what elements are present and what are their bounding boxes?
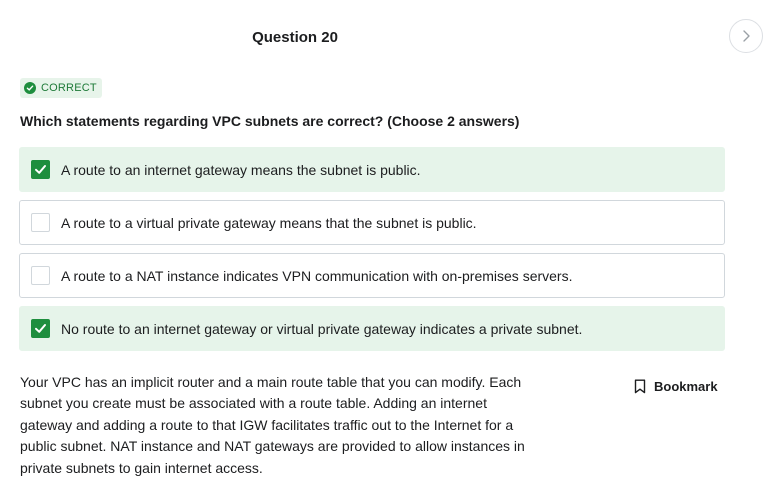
check-circle-icon <box>24 82 36 94</box>
answer-option-3[interactable]: A route to a NAT instance indicates VPN … <box>19 253 725 298</box>
status-badge-label: CORRECT <box>41 82 97 94</box>
answer-checkbox[interactable] <box>31 160 50 179</box>
bookmark-icon <box>634 379 646 393</box>
answer-label: A route to a virtual private gateway mea… <box>61 214 477 231</box>
answer-checkbox[interactable] <box>31 319 50 338</box>
answer-label: A route to a NAT instance indicates VPN … <box>61 267 573 284</box>
answer-option-4[interactable]: No route to an internet gateway or virtu… <box>19 306 725 351</box>
answer-label: A route to an internet gateway means the… <box>61 161 421 178</box>
bookmark-label: Bookmark <box>654 378 718 394</box>
next-question-button[interactable] <box>729 19 763 53</box>
checkmark-icon <box>35 165 46 174</box>
status-badge: CORRECT <box>20 78 102 98</box>
chevron-right-icon <box>743 30 750 42</box>
answer-checkbox[interactable] <box>31 213 50 232</box>
answer-explanation: Your VPC has an implicit router and a ma… <box>20 374 525 476</box>
answer-option-2[interactable]: A route to a virtual private gateway mea… <box>19 200 725 245</box>
question-title: Question 20 <box>252 29 338 46</box>
checkmark-icon <box>35 324 46 333</box>
question-prompt: Which statements regarding VPC subnets a… <box>20 113 520 129</box>
answer-label: No route to an internet gateway or virtu… <box>61 320 583 337</box>
answer-option-1[interactable]: A route to an internet gateway means the… <box>19 147 725 192</box>
answer-list: A route to an internet gateway means the… <box>19 147 725 359</box>
bookmark-button[interactable]: Bookmark <box>634 377 718 395</box>
answer-checkbox[interactable] <box>31 266 50 285</box>
